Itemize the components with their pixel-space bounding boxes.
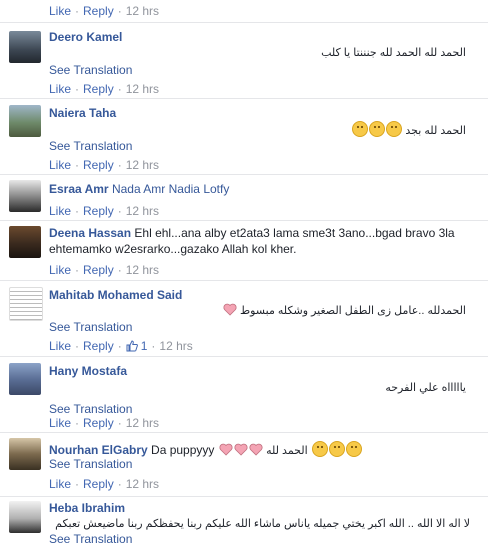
see-translation-link[interactable]: See Translation [49,320,132,334]
smile-emoji-icon [386,121,403,137]
like-button[interactable]: Like [49,477,71,491]
avatar[interactable] [9,180,41,212]
comment: Mahitab Mohamed Said الحمدلله ..عامل زى … [0,280,488,357]
avatar[interactable] [9,501,41,533]
timestamp[interactable]: 12 hrs [126,477,159,491]
reply-button[interactable]: Reply [83,263,114,277]
commenter-name[interactable]: Naiera Taha [49,106,116,120]
like-button[interactable]: Like [49,82,71,96]
smile-emoji-icon [346,441,363,457]
comment-text: لا اله الا الله .. الله اكبر يختي جميله … [55,518,470,530]
see-translation-link[interactable]: See Translation [49,63,132,77]
comment-actions: Like · Reply · 12 hrs [49,158,160,172]
see-translation-link[interactable]: See Translation [49,457,132,471]
thumbs-up-icon [126,340,138,352]
comment-text: ياااااه علي الفرحه [385,382,466,394]
comment-text: الحمدلله ..عامل زى الطفل الصغير وشكله مب… [222,303,466,317]
comment: Deero Kamel الحمد لله الحمد لله جنننتا ي… [0,22,488,99]
like-button[interactable]: Like [49,416,71,430]
avatar[interactable] [9,438,41,470]
timestamp[interactable]: 12 hrs [159,339,192,353]
comment-actions: Like · Reply · 12 hrs [49,82,160,96]
see-translation-link[interactable]: See Translation [49,532,132,546]
avatar[interactable] [9,287,43,321]
heart-emoji-icon [219,443,233,456]
comment-text: الحمد لله الحمد لله جنننتا يا كلب [321,47,466,59]
reply-button[interactable]: Reply [83,416,114,430]
avatar[interactable] [9,105,41,137]
commenter-name[interactable]: Hany Mostafa [49,364,127,378]
comment-body: Deena Hassan Ehl ehl...ana alby et2ata3 … [49,225,468,257]
avatar[interactable] [9,363,41,395]
see-translation-link[interactable]: See Translation [49,139,132,153]
timestamp[interactable]: 12 hrs [126,204,159,218]
commenter-name[interactable]: Mahitab Mohamed Said [49,288,182,302]
comment: Naiera Taha الحمد لله بجد See Translatio… [0,98,488,175]
comment: Heba Ibrahim لا اله الا الله .. الله اكب… [0,496,488,553]
tagged-users[interactable]: Nada Amr Nadia Lotfy [112,182,229,196]
commenter-name-link[interactable]: Esraa Amr [49,182,109,196]
comment-actions: Like · Reply · 12 hrs [49,263,160,277]
smile-emoji-icon [312,441,329,457]
reply-button[interactable]: Reply [83,158,114,172]
commenter-name: Esraa Amr Nada Amr Nadia Lotfy [49,182,229,196]
reply-button[interactable]: Reply [83,339,114,353]
commenter-name: Nourhan ElGabry Da puppyyy الحمد لله [49,441,363,457]
comment-actions: Like · Reply · 12 hrs [49,204,160,218]
comment-text-inline: Da puppyyy [151,443,215,457]
reply-button[interactable]: Reply [83,4,114,18]
reply-button[interactable]: Reply [83,82,114,96]
see-translation-link[interactable]: See Translation [49,402,132,416]
comment-text-arabic: الحمد لله [266,445,308,457]
comment-actions: Like · Reply · 1 · 12 hrs [49,339,193,353]
like-button[interactable]: Like [49,4,71,18]
comment: Deena Hassan Ehl ehl...ana alby et2ata3 … [0,220,488,281]
smile-emoji-icon [352,121,369,137]
like-button[interactable]: Like [49,263,71,277]
comment-text: الحمد لله بجد [351,121,466,137]
heart-emoji-icon [234,443,248,456]
timestamp[interactable]: 12 hrs [126,263,159,277]
timestamp[interactable]: 12 hrs [126,416,159,430]
avatar[interactable] [9,31,41,63]
timestamp[interactable]: 12 hrs [126,82,159,96]
reply-button[interactable]: Reply [83,477,114,491]
comment: Hany Mostafa ياااااه علي الفرحه See Tran… [0,356,488,433]
comment: Nourhan ElGabry Da puppyyy الحمد لله See… [0,432,488,497]
avatar[interactable] [9,226,41,258]
heart-emoji-icon [249,443,263,456]
like-button[interactable]: Like [49,158,71,172]
smile-emoji-icon [329,441,346,457]
like-count[interactable]: 1 [126,339,147,353]
comment-feed: Like · Reply · 12 hrs Deero Kamel الحمد لله … [0,0,488,552]
comment: Esraa Amr Nada Amr Nadia Lotfy Like · Repl… [0,174,488,221]
comment-actions: Like · Reply · 12 hrs [49,416,160,430]
timestamp[interactable]: 12 hrs [126,158,159,172]
commenter-name[interactable]: Deena Hassan [49,226,131,240]
commenter-name[interactable]: Heba Ibrahim [49,501,125,515]
comment-actions: Like · Reply · 12 hrs [49,4,160,18]
smile-emoji-icon [369,121,386,137]
timestamp[interactable]: 12 hrs [126,4,159,18]
reply-button[interactable]: Reply [83,204,114,218]
like-button[interactable]: Like [49,339,71,353]
commenter-name[interactable]: Deero Kamel [49,30,122,44]
comment-actions: Like · Reply · 12 hrs [49,477,160,491]
commenter-name-link[interactable]: Nourhan ElGabry [49,443,148,457]
heart-emoji-icon [223,303,237,316]
like-button[interactable]: Like [49,204,71,218]
